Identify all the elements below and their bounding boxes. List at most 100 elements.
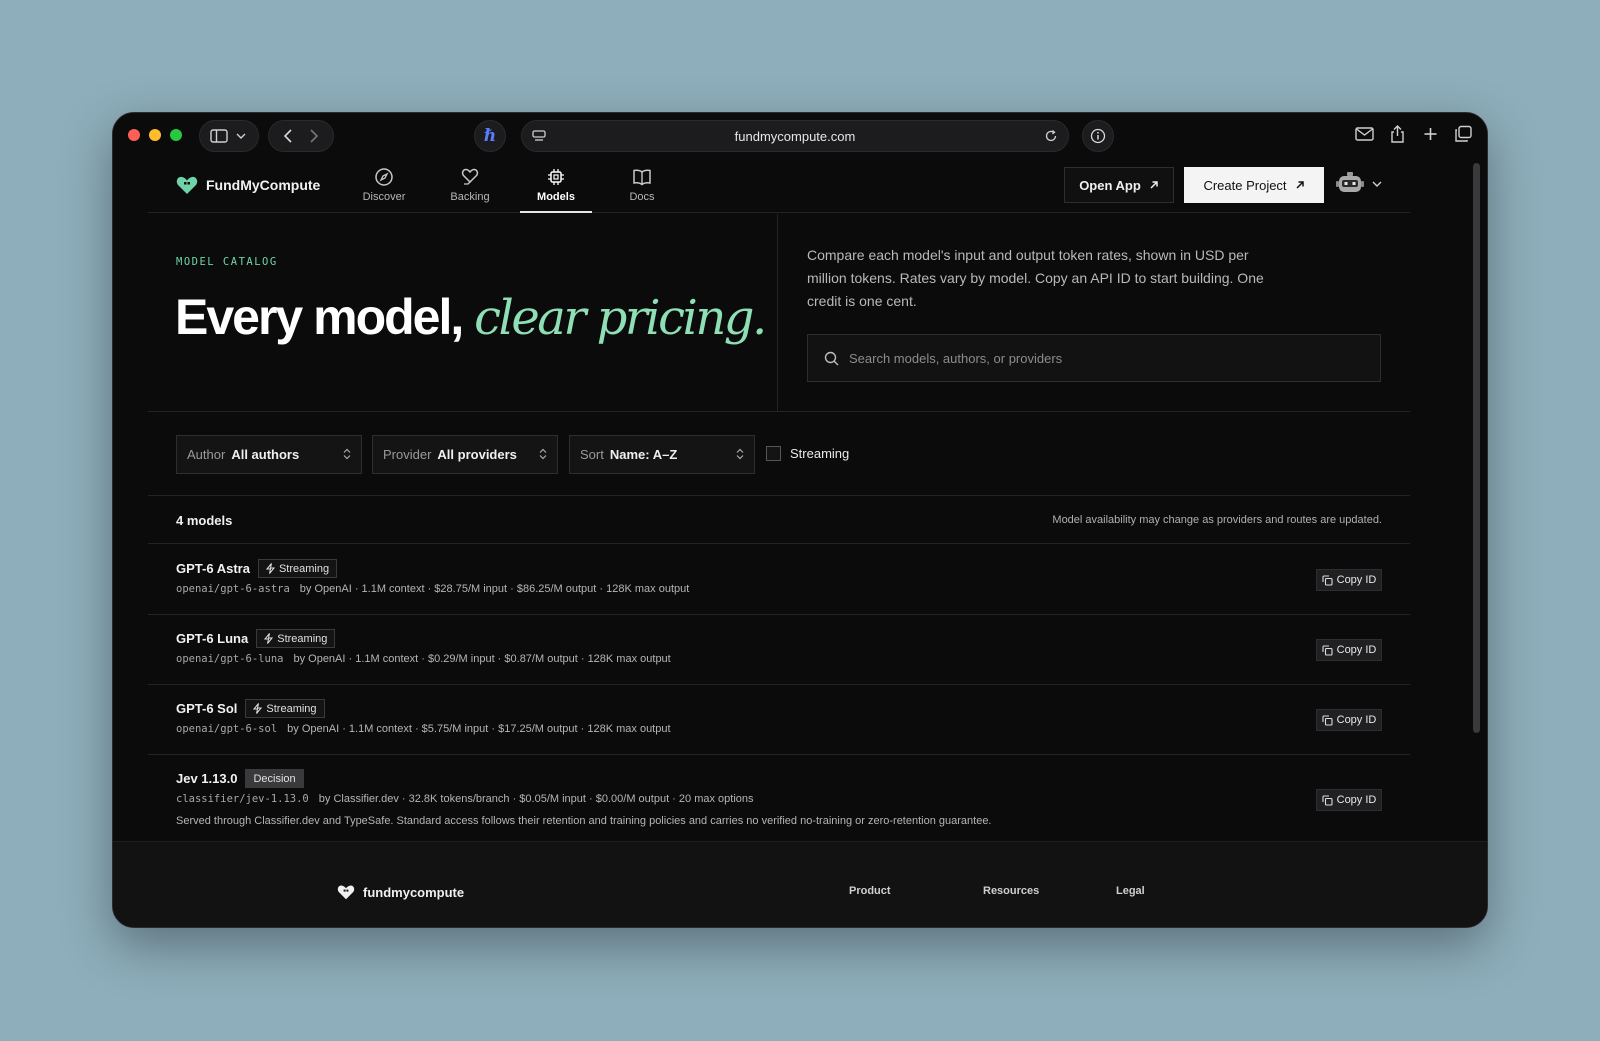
copy-id-label: Copy ID (1336, 644, 1377, 656)
mail-icon[interactable] (1355, 125, 1374, 143)
nav-models[interactable]: Models (520, 167, 592, 213)
copy-icon (1322, 644, 1333, 656)
sidebar-toggle-button[interactable] (199, 120, 259, 152)
arrow-up-right-icon (1296, 181, 1304, 189)
page-settings-icon[interactable] (532, 129, 546, 143)
copy-id-label: Copy ID (1336, 794, 1377, 806)
updown-caret-icon (343, 448, 351, 460)
browser-actions (1355, 125, 1473, 143)
chevron-down-icon (1372, 181, 1382, 187)
provider-select-value: All providers (437, 447, 517, 462)
create-project-button[interactable]: Create Project (1184, 167, 1324, 203)
author-select-label: Author (187, 447, 226, 462)
nav-backing[interactable]: Backing (434, 167, 506, 213)
model-policy-note: Served through Classifier.dev and TypeSa… (176, 815, 992, 827)
author-select[interactable]: Author All authors (176, 435, 362, 474)
capability-badge: Decision (245, 769, 304, 788)
nav-models-label: Models (537, 191, 575, 203)
model-name: GPT-6 Sol (176, 701, 238, 716)
extension-icon: ℏ (483, 126, 497, 146)
streaming-filter[interactable]: Streaming (766, 446, 849, 461)
info-button[interactable] (1082, 120, 1114, 152)
model-row: Jev 1.13.0 Decision classifier/jev-1.13.… (148, 755, 1410, 845)
create-project-label: Create Project (1203, 177, 1287, 193)
model-meta: openai/gpt-6-astra by OpenAI · 1.1M conte… (176, 583, 689, 595)
copy-id-button[interactable]: Copy ID (1316, 709, 1382, 731)
model-title: GPT-6 Sol Streaming (176, 699, 325, 718)
model-row: GPT-6 Luna Streaming openai/gpt-6-luna by… (148, 615, 1410, 685)
sort-select-label: Sort (580, 447, 604, 462)
sidebar-icon (210, 129, 228, 143)
search-input[interactable] (849, 350, 1349, 366)
account-menu[interactable] (1336, 171, 1382, 197)
model-details: by Classifier.dev · 32.8K tokens/branch … (318, 793, 754, 805)
url-text: fundmycompute.com (734, 128, 856, 144)
reload-icon[interactable] (1044, 129, 1058, 143)
results-header: 4 models Model availability may change a… (148, 497, 1410, 544)
page-scrollbar[interactable] (1473, 163, 1480, 733)
footer-link-resources[interactable]: Resources (983, 885, 1039, 897)
zoom-window-button[interactable] (170, 129, 182, 141)
page-title: Every model, clear pricing. (175, 288, 767, 346)
share-icon[interactable] (1388, 125, 1407, 143)
tab-overview-icon[interactable] (1454, 125, 1473, 143)
copy-icon (1322, 714, 1333, 726)
provider-select[interactable]: Provider All providers (372, 435, 558, 474)
search-box[interactable] (807, 334, 1381, 382)
copy-id-button[interactable]: Copy ID (1316, 639, 1382, 661)
capability-badge: Streaming (256, 629, 336, 648)
author-select-value: All authors (231, 447, 300, 462)
footer-link-legal[interactable]: Legal (1116, 885, 1145, 897)
footer-brand[interactable]: fundmycompute (337, 884, 464, 900)
badge-label: Streaming (277, 632, 328, 645)
nav-docs[interactable]: Docs (606, 167, 678, 213)
nav-discover-label: Discover (362, 191, 406, 203)
footer-brand-name: fundmycompute (363, 884, 465, 900)
forward-arrow-icon[interactable] (309, 129, 319, 143)
results-count: 4 models (176, 513, 233, 528)
new-tab-icon[interactable] (1421, 125, 1440, 143)
model-name: GPT-6 Luna (176, 631, 249, 646)
model-details: by OpenAI · 1.1M context · $28.75/M inpu… (299, 583, 690, 595)
hero-title-panel: MODEL CATALOG Every model, clear pricing… (148, 214, 778, 412)
extension-button[interactable]: ℏ (474, 120, 506, 152)
arrow-up-right-icon (1150, 181, 1158, 189)
hero-description: Compare each model's input and output to… (807, 247, 1264, 309)
bolt-icon (265, 563, 275, 574)
copy-id-button[interactable]: Copy ID (1316, 789, 1382, 811)
provider-select-label: Provider (383, 447, 432, 462)
heart-hand-icon (461, 168, 479, 185)
footer-link-product[interactable]: Product (849, 885, 891, 897)
close-window-button[interactable] (128, 129, 140, 141)
copy-id-label: Copy ID (1336, 574, 1377, 586)
sort-select-value: Name: A–Z (609, 447, 678, 462)
model-details: by OpenAI · 1.1M context · $5.75/M input… (287, 723, 671, 735)
open-app-button[interactable]: Open App (1064, 167, 1174, 203)
copy-icon (1322, 574, 1333, 586)
brand-logo[interactable]: FundMyCompute (176, 175, 320, 195)
brand-name: FundMyCompute (206, 177, 321, 193)
back-arrow-icon[interactable] (283, 129, 293, 143)
info-icon (1090, 128, 1106, 144)
model-meta: classifier/jev-1.13.0 by Classifier.dev ·… (176, 793, 754, 805)
badge-label: Decision (253, 772, 296, 785)
model-api-id: openai/gpt-6-luna (176, 653, 284, 665)
address-bar[interactable]: fundmycompute.com (521, 120, 1069, 152)
browser-toolbar: ℏ fundmycompute.com (113, 113, 1487, 157)
model-title: GPT-6 Luna Streaming (176, 629, 336, 648)
model-api-id: openai/gpt-6-astra (176, 583, 290, 595)
model-row: GPT-6 Sol Streaming openai/gpt-6-sol by O… (148, 685, 1410, 755)
chip-icon (548, 169, 564, 185)
robot-avatar-icon (1336, 172, 1364, 192)
copy-id-label: Copy ID (1336, 714, 1377, 726)
minimize-window-button[interactable] (149, 129, 161, 141)
nav-discover[interactable]: Discover (348, 167, 420, 213)
book-icon (633, 169, 651, 186)
sort-select[interactable]: Sort Name: A–Z (569, 435, 755, 474)
availability-note: Model availability may change as provide… (1052, 514, 1382, 526)
copy-id-button[interactable]: Copy ID (1316, 569, 1382, 591)
model-name: GPT-6 Astra (176, 561, 250, 576)
streaming-checkbox[interactable] (766, 446, 781, 461)
capability-badge: Streaming (257, 559, 338, 578)
hero-section: MODEL CATALOG Every model, clear pricing… (148, 214, 1410, 412)
